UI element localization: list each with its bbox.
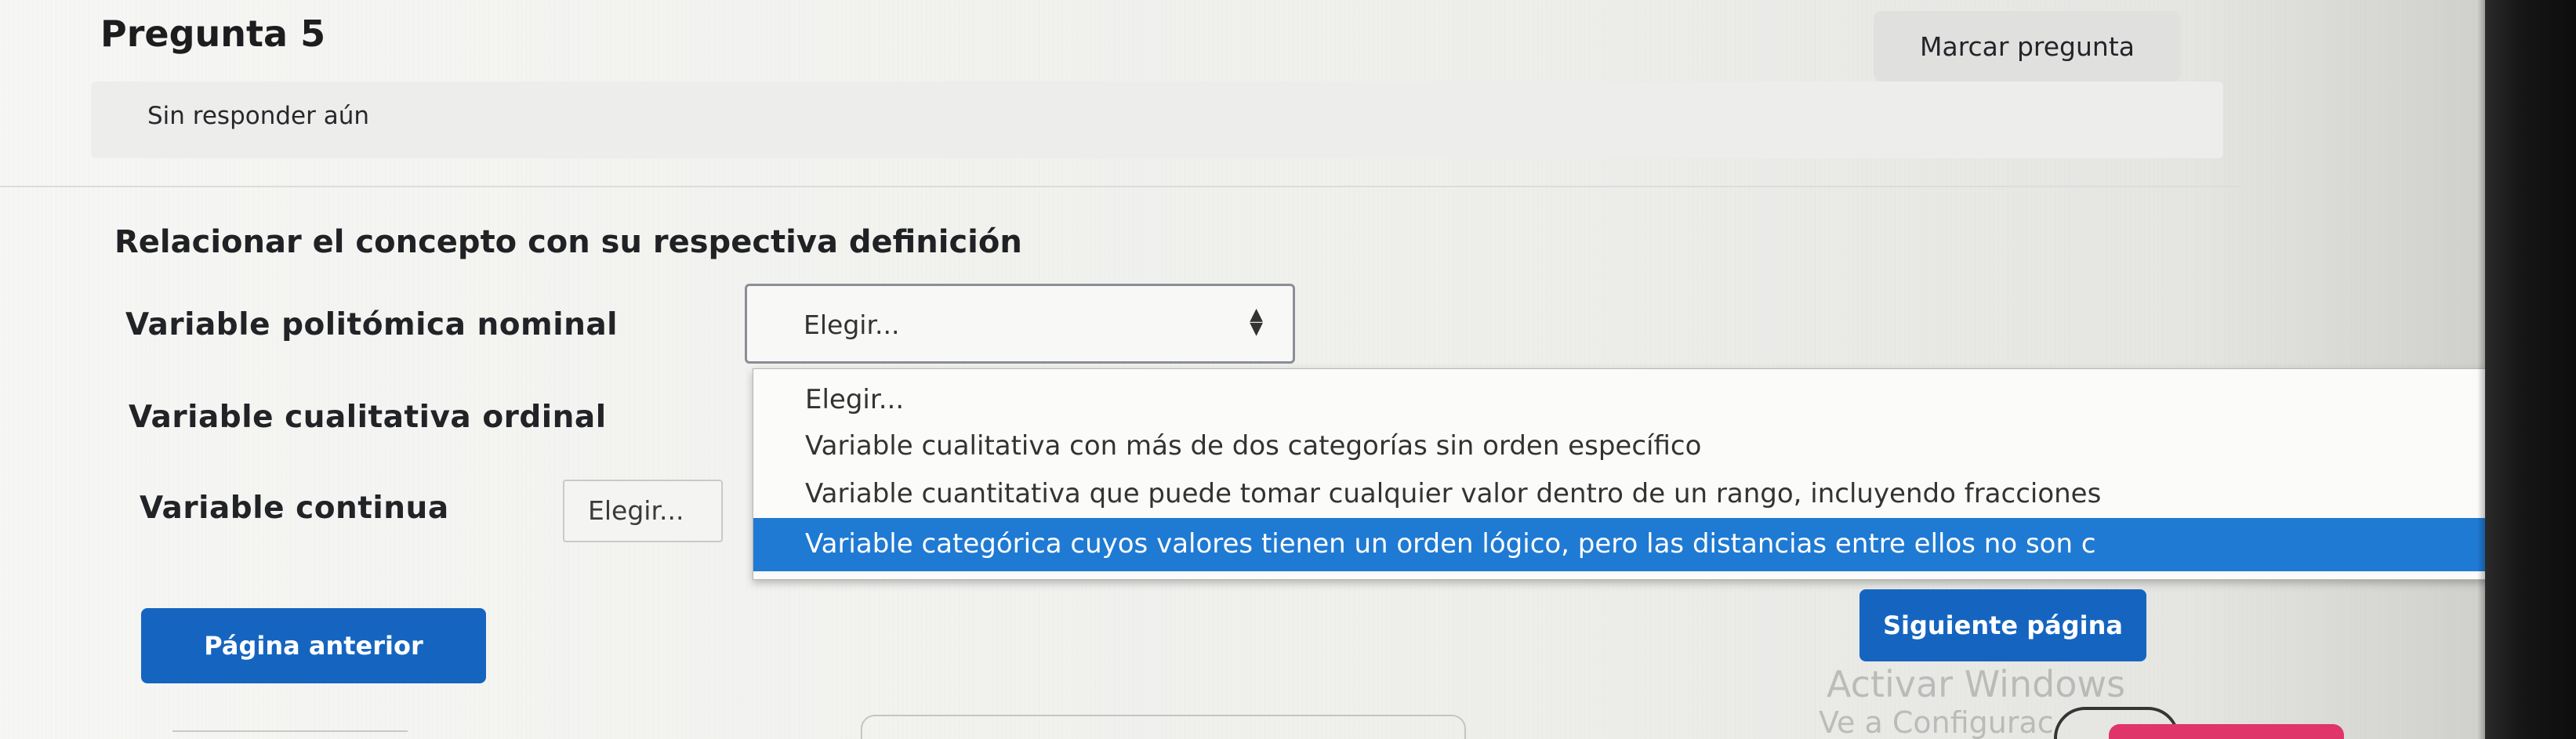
bottom-pink-button[interactable] — [2109, 724, 2344, 739]
dropdown-option[interactable]: Variable cualitativa con más de dos cate… — [753, 422, 2556, 470]
windows-activation-watermark-sub: Ve a Configurac — [1819, 705, 2054, 739]
question-title: Pregunta 5 — [100, 13, 326, 55]
match-select-1[interactable]: Elegir... ▲ ▼ — [745, 284, 1295, 364]
previous-page-button[interactable]: Página anterior — [141, 608, 486, 683]
match-label-2: Variable cualitativa ordinal — [129, 400, 607, 435]
question-status: Sin responder aún — [147, 102, 370, 130]
dropdown-option-highlighted[interactable]: Variable categórica cuyos valores tienen… — [753, 518, 2556, 571]
match-select-3[interactable]: Elegir... — [563, 480, 723, 542]
bottom-partial-element — [172, 730, 408, 739]
next-page-button[interactable]: Siguiente página — [1859, 589, 2146, 661]
dropdown-option[interactable]: Elegir... — [753, 375, 2556, 424]
question-state-box — [91, 82, 2223, 158]
flag-question-label: Marcar pregunta — [1920, 31, 2135, 62]
next-page-label: Siguiente página — [1882, 610, 2124, 640]
match-label-3: Variable continua — [140, 491, 449, 526]
flag-question-button[interactable]: Marcar pregunta — [1874, 11, 2181, 82]
divider — [0, 186, 2242, 187]
match-label-1: Variable politómica nominal — [125, 307, 619, 342]
previous-page-label: Página anterior — [204, 631, 423, 661]
match-select-3-value: Elegir... — [588, 495, 684, 526]
select-dropdown-list: Elegir... Variable cualitativa con más d… — [753, 368, 2557, 580]
bottom-partial-button[interactable] — [861, 715, 1466, 739]
dropdown-option[interactable]: Variable cuantitativa que puede tomar cu… — [753, 469, 2556, 518]
quiz-page: Pregunta 5 Marcar pregunta Sin responder… — [0, 0, 2576, 739]
question-instruction: Relacionar el concepto con su respectiva… — [114, 224, 1022, 260]
windows-activation-watermark: Activar Windows — [1827, 663, 2126, 705]
select-updown-icon: ▲ ▼ — [1250, 305, 1263, 339]
screen-bezel — [2485, 0, 2576, 739]
match-select-1-value: Elegir... — [804, 310, 900, 340]
